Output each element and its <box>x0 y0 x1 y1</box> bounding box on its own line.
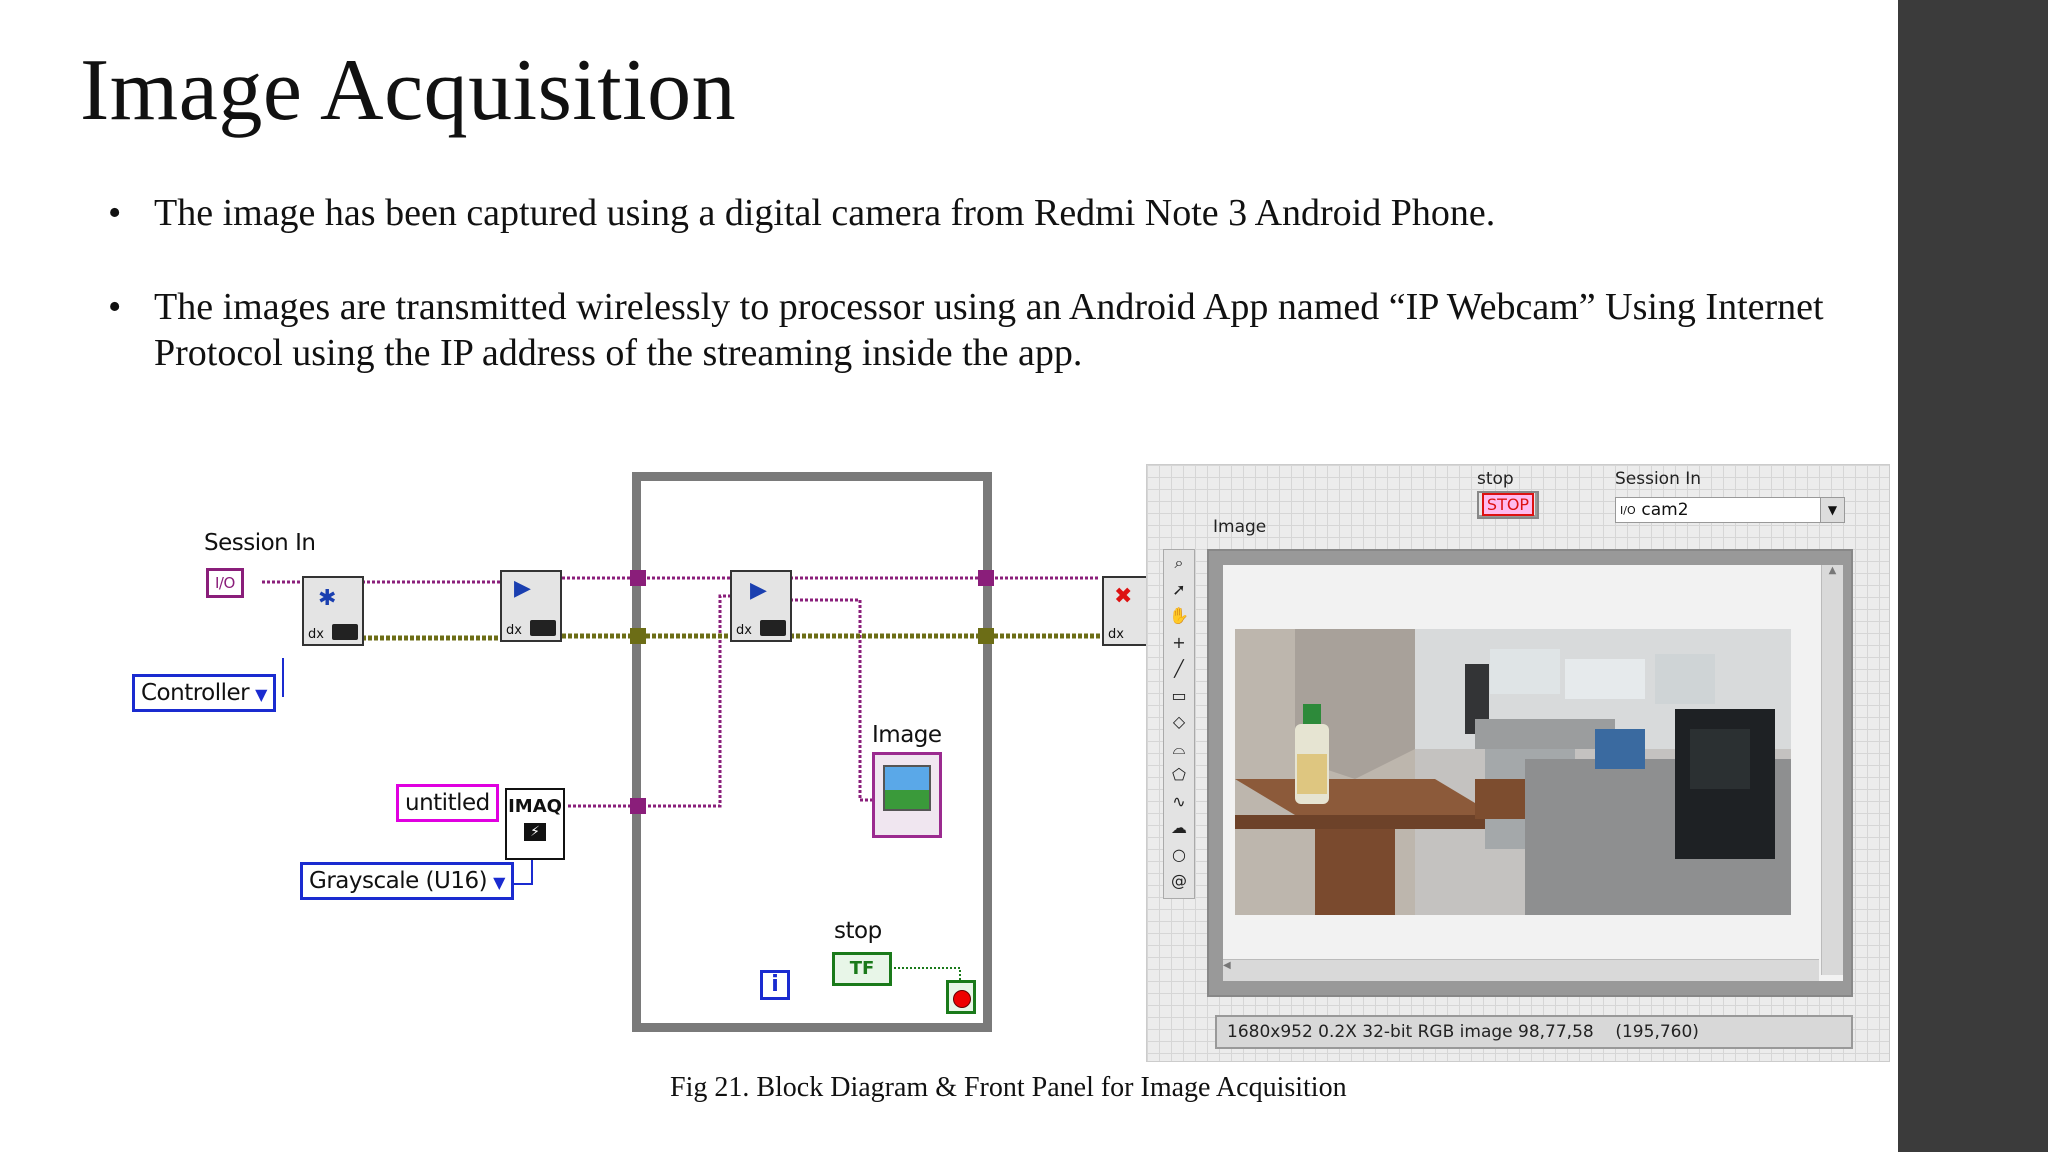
open-camera-vi[interactable]: ✱ dx <box>302 576 364 646</box>
loop-tunnel <box>978 628 994 644</box>
rotated-rectangle-icon[interactable]: ◇ <box>1164 709 1194 736</box>
loop-tunnel <box>978 570 994 586</box>
camera-icon <box>530 620 556 636</box>
loop-condition-stop-icon[interactable] <box>946 980 976 1014</box>
bullet-list: The image has been captured using a digi… <box>108 190 1868 424</box>
figure-caption: Fig 21. Block Diagram & Front Panel for … <box>670 1072 1347 1103</box>
loop-tunnel <box>630 628 646 644</box>
camera-frame-picture <box>1235 629 1791 915</box>
new-document-icon: ✱ <box>318 586 337 611</box>
stop-terminal[interactable]: TF <box>832 952 892 986</box>
picture-icon <box>883 765 931 811</box>
dx-text: dx <box>506 623 522 638</box>
bullet-item: The images are transmitted wirelessly to… <box>108 284 1868 376</box>
stop-button-label: stop <box>1477 469 1514 489</box>
image-name-constant[interactable]: untitled <box>396 784 499 822</box>
loop-tunnel <box>630 570 646 586</box>
image-indicator-terminal[interactable] <box>872 752 942 838</box>
slide-title: Image Acquisition <box>80 42 737 139</box>
horizontal-scrollbar[interactable]: ◀ <box>1223 959 1819 981</box>
iteration-terminal: i <box>760 970 790 1000</box>
image-info-text: 1680x952 0.2X 32-bit RGB image 98,77,58 <box>1227 1022 1594 1042</box>
image-type-enum[interactable]: Grayscale (U16) ▼ <box>300 862 514 900</box>
dropdown-arrow-icon: ▼ <box>255 685 267 704</box>
controller-enum[interactable]: Controller ▼ <box>132 674 276 712</box>
slide-sidebar <box>1898 0 2048 1152</box>
annulus-icon[interactable]: ⌓ <box>1164 736 1194 763</box>
scroll-up-icon[interactable]: ▲ <box>1829 565 1837 576</box>
front-panel: stop STOP Session In I/O cam2 ▼ Image ⌕ … <box>1146 464 1890 1062</box>
polygon-icon[interactable]: ⬠ <box>1164 762 1194 789</box>
dx-text: dx <box>1108 627 1124 642</box>
image-display-canvas[interactable]: ▲ ◀ <box>1223 565 1843 981</box>
pointer-icon[interactable]: ➚ <box>1164 577 1194 604</box>
image-info-statusbar: 1680x952 0.2X 32-bit RGB image 98,77,58 … <box>1215 1015 1853 1049</box>
camera-frame-image <box>1235 629 1791 915</box>
session-in-label: Session In <box>1615 469 1702 489</box>
close-icon: ✖ <box>1114 584 1133 609</box>
controller-wire <box>282 658 284 697</box>
vertical-scrollbar[interactable]: ▲ <box>1821 565 1843 975</box>
session-wire <box>790 598 876 802</box>
play-icon: ▶ <box>750 578 767 603</box>
grab-acquire-vi[interactable]: ▶ dx <box>730 570 792 642</box>
stop-label: stop <box>834 918 882 944</box>
pan-hand-icon[interactable]: ✋ <box>1164 603 1194 630</box>
rectangle-icon[interactable]: ▭ <box>1164 683 1194 710</box>
session-value: cam2 <box>1641 500 1689 520</box>
dropdown-arrow-icon[interactable]: ▼ <box>1820 498 1844 522</box>
image-display[interactable]: ▲ ◀ <box>1207 549 1853 997</box>
loop-tunnel <box>630 798 646 814</box>
freehand-icon[interactable]: ∿ <box>1164 789 1194 816</box>
lightning-icon: ⚡ <box>524 823 546 841</box>
close-camera-vi[interactable]: ✖ dx <box>1102 576 1150 646</box>
imaq-create-label: IMAQ <box>508 796 562 817</box>
stop-button[interactable]: STOP <box>1477 491 1539 519</box>
zoom-icon[interactable]: ⌕ <box>1164 550 1194 577</box>
controller-enum-value: Controller <box>141 680 250 706</box>
dropdown-arrow-icon: ▼ <box>493 873 505 892</box>
spiral-icon[interactable]: @ <box>1164 868 1194 895</box>
configure-acquisition-vi[interactable]: ▶ dx <box>500 570 562 642</box>
image-indicator-label: Image <box>872 722 942 748</box>
pixel-coordinates: (195,760) <box>1615 1022 1699 1042</box>
crosshair-icon[interactable]: + <box>1164 630 1194 657</box>
scroll-left-icon[interactable]: ◀ <box>1223 960 1231 971</box>
line-icon[interactable]: ╱ <box>1164 656 1194 683</box>
freehand-region-icon[interactable]: ☁ <box>1164 815 1194 842</box>
play-icon: ▶ <box>514 576 531 601</box>
bullet-item: The image has been captured using a digi… <box>108 190 1868 236</box>
io-icon: I/O <box>1620 503 1636 517</box>
session-in-label: Session In <box>204 530 316 556</box>
session-in-selector[interactable]: I/O cam2 ▼ <box>1615 497 1845 523</box>
session-in-constant[interactable]: I/O <box>206 568 244 598</box>
camera-icon <box>332 624 358 640</box>
image-wire <box>568 594 732 808</box>
image-type-enum-value: Grayscale (U16) <box>309 868 488 894</box>
camera-icon <box>760 620 786 636</box>
dx-text: dx <box>736 623 752 638</box>
block-diagram: Session In I/O Controller ▼ ✱ dx ▶ dx ▶ d… <box>120 460 1150 1040</box>
oval-icon[interactable]: ○ <box>1164 842 1194 869</box>
image-tools-palette: ⌕ ➚ ✋ + ╱ ▭ ◇ ⌓ ⬠ ∿ ☁ ○ @ <box>1163 549 1195 899</box>
image-display-label: Image <box>1213 517 1267 537</box>
imaq-create-vi[interactable]: IMAQ ⚡ <box>505 788 565 860</box>
stop-button-text: STOP <box>1481 493 1535 516</box>
dx-text: dx <box>308 627 324 642</box>
